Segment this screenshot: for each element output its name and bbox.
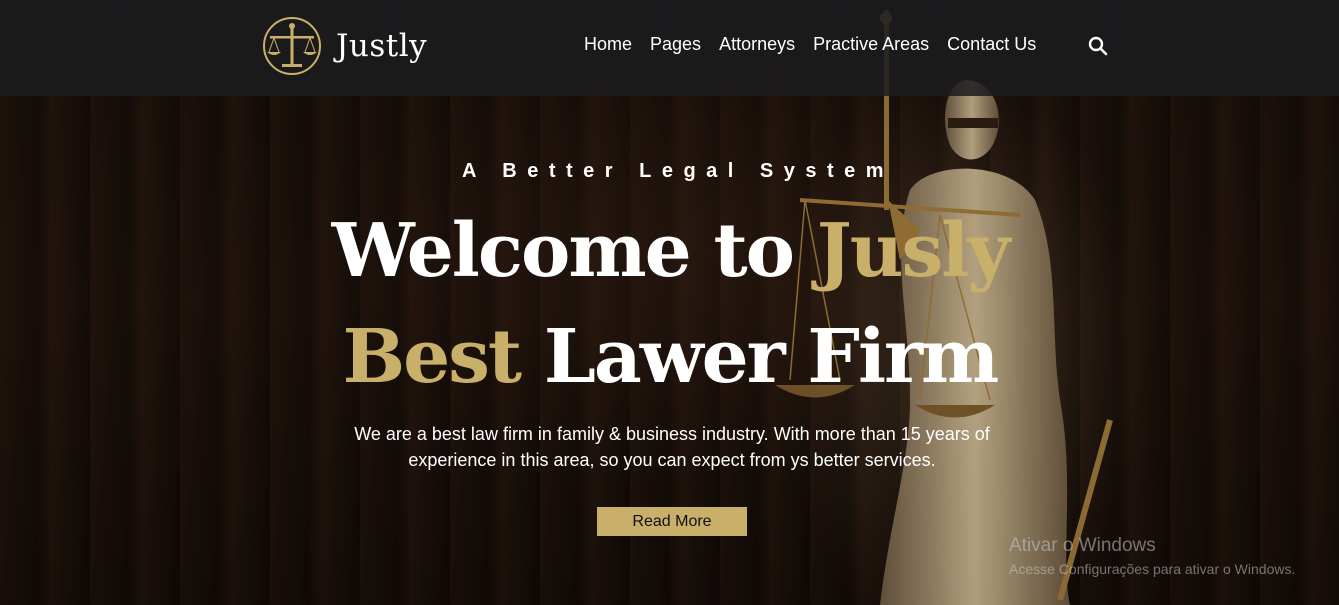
nav-practice-areas[interactable]: Practive Areas	[813, 34, 929, 55]
watermark-title: Ativar o Windows	[1009, 535, 1156, 556]
nav-attorneys[interactable]: Attorneys	[719, 34, 795, 55]
headline-welcome-text: Welcome to	[331, 208, 817, 294]
nav-contact-us[interactable]: Contact Us	[947, 34, 1036, 55]
nav-pages[interactable]: Pages	[650, 34, 701, 55]
scales-of-justice-logo-icon	[263, 17, 321, 75]
read-more-button[interactable]: Read More	[597, 507, 747, 536]
windows-activation-watermark: Ativar o Windows Acesse Configurações pa…	[1009, 535, 1295, 577]
brand-name: Justly	[336, 28, 428, 64]
main-nav: Home Pages Attorneys Practive Areas Cont…	[584, 34, 1054, 55]
headline-best-text: Best	[342, 314, 522, 400]
headline-brand-text: Jusly	[816, 208, 1011, 294]
brand-logo-link[interactable]: Justly	[256, 16, 427, 76]
top-navbar: Justly Home Pages Attorneys Practive Are…	[0, 0, 1339, 96]
hero-tagline: A Better Legal System	[462, 160, 895, 182]
watermark-subtitle: Acesse Configurações para ativar o Windo…	[1009, 561, 1296, 577]
hero-headline-line1: Welcome to Jusly	[300, 208, 1040, 294]
hero-description: We are a best law firm in family & busin…	[354, 424, 990, 470]
search-icon[interactable]	[1088, 36, 1108, 56]
hero-headline-line2: Best Lawer Firm	[300, 314, 1040, 400]
headline-firm-text: Lawer Firm	[520, 314, 999, 400]
nav-home[interactable]: Home	[584, 34, 632, 55]
